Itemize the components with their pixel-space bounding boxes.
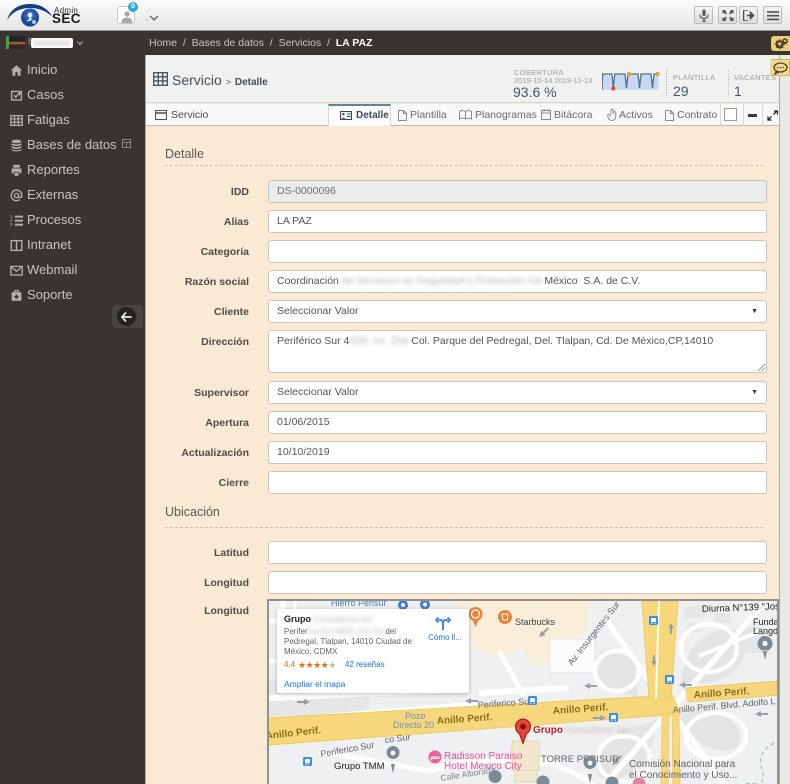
svg-text:Directo 20: Directo 20	[393, 720, 434, 730]
svg-text:Comisión Nacional para: Comisión Nacional para	[629, 759, 736, 770]
svg-text:TORRE PERISUR: TORRE PERISUR	[541, 754, 619, 765]
svg-text:3: 3	[10, 222, 13, 227]
svg-text:Hierro Pensur: Hierro Pensur	[331, 601, 387, 608]
svg-text:Starbucks: Starbucks	[515, 617, 556, 627]
svg-text:Consultores SA: Consultores SA	[565, 725, 628, 735]
svg-text:Grupo: Grupo	[533, 725, 563, 736]
svg-text:el Conocimiento y Uso...: el Conocimiento y Uso...	[629, 770, 737, 781]
svg-text:Grupo TMM: Grupo TMM	[334, 761, 385, 772]
svg-text:Langd: Langd	[753, 626, 778, 636]
